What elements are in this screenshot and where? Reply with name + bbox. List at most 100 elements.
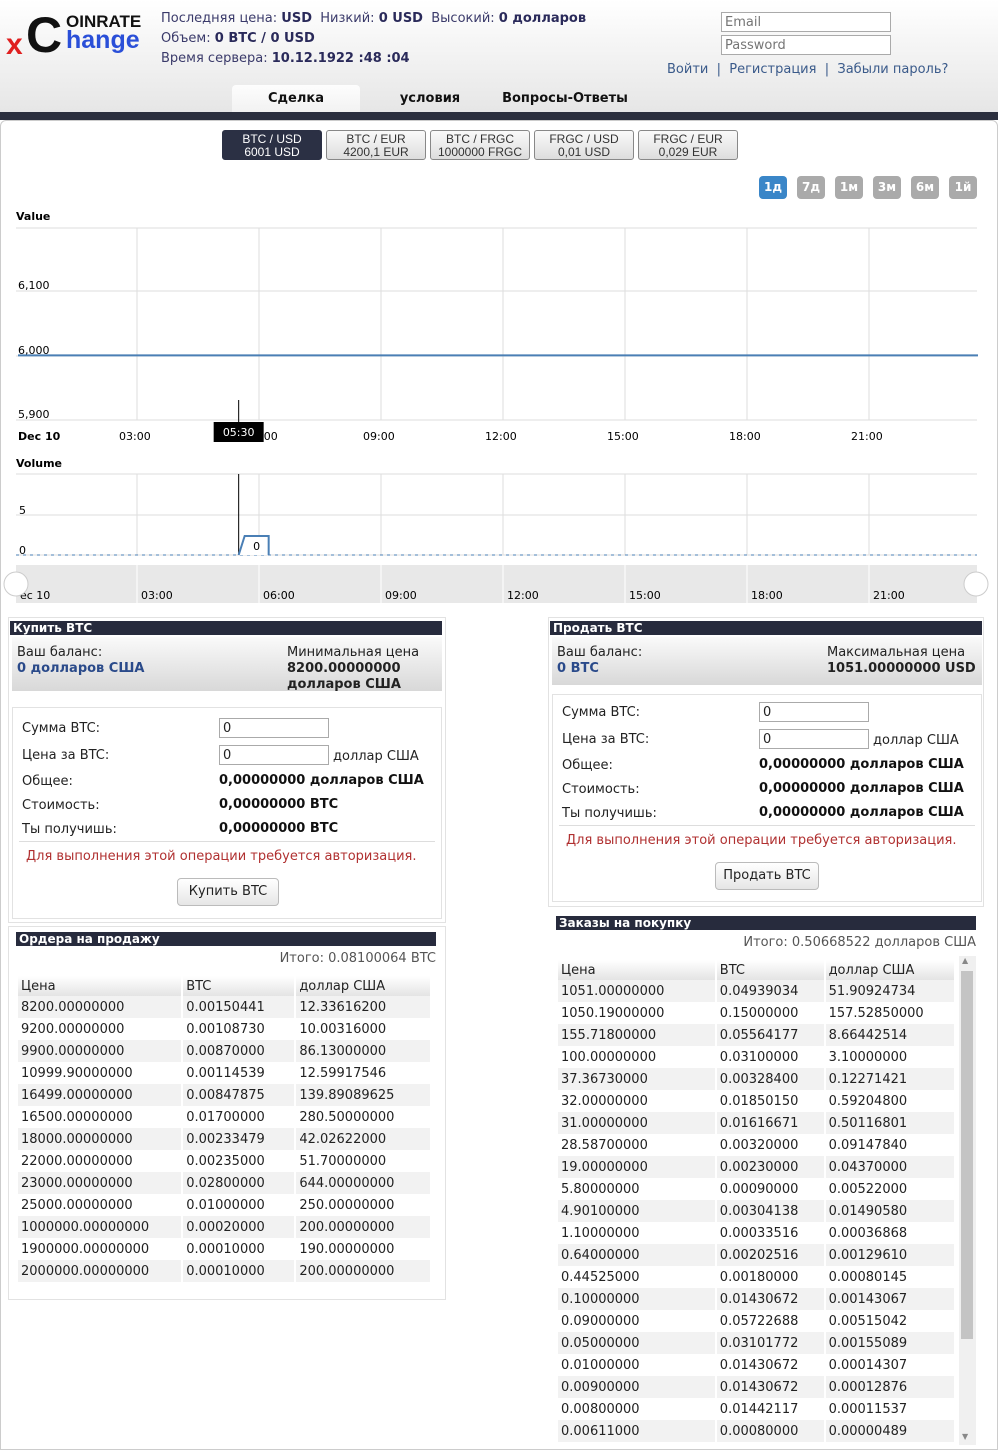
table-row[interactable]: 0.01000000 0.01430672 0.00014307 [558, 1354, 954, 1376]
table-cell: 644.00000000 [296, 1172, 430, 1194]
table-row[interactable]: 25000.00000000 0.01000000 250.00000000 [18, 1194, 430, 1216]
range-button[interactable]: 7д [797, 176, 825, 199]
table-row[interactable]: 1.10000000 0.00033516 0.00036868 [558, 1222, 954, 1244]
table-row[interactable]: 0.44525000 0.00180000 0.00080145 [558, 1266, 954, 1288]
sell-title: Продать BTC [550, 621, 982, 635]
table-row[interactable]: 18000.00000000 0.00233479 42.02622000 [18, 1128, 430, 1150]
table-cell: 280.50000000 [299, 1109, 395, 1125]
table-row[interactable]: 16499.00000000 0.00847875 139.89089625 [18, 1084, 430, 1106]
table-row[interactable]: 9900.00000000 0.00870000 86.13000000 [18, 1040, 430, 1062]
table-row[interactable]: 0.64000000 0.00202516 0.00129610 [558, 1244, 954, 1266]
tab-terms[interactable]: условия [380, 85, 480, 112]
forgot-password-link[interactable]: Забыли пароль? [837, 62, 948, 77]
sell-amount-input[interactable] [759, 702, 869, 722]
table-row[interactable]: 0.00611000 0.00080000 0.00000489 [558, 1420, 954, 1442]
table-row[interactable]: 19.00000000 0.00230000 0.04370000 [558, 1156, 954, 1178]
table-cell: 139.89089625 [296, 1084, 430, 1106]
server-time: Время сервера: 10.12.1922 :48 :04 [161, 51, 410, 66]
tab-faq[interactable]: Вопросы-Ответы [495, 85, 635, 112]
buy-price-input[interactable] [219, 745, 329, 765]
tab-trade[interactable]: Сделка [232, 85, 360, 112]
table-cell: 0.15000000 [719, 1005, 799, 1021]
table-cell: 0.00090000 [719, 1181, 799, 1197]
table-row[interactable]: 100.00000000 0.03100000 3.10000000 [558, 1046, 954, 1068]
table-cell: 51.70000000 [299, 1153, 387, 1169]
table-row[interactable]: 16500.00000000 0.01700000 280.50000000 [18, 1106, 430, 1128]
pair-button[interactable]: BTC / USD 6001 USD [222, 130, 322, 160]
login-link[interactable]: Войти [667, 62, 708, 77]
navigator-right-handle[interactable] [963, 571, 989, 597]
sell-balance-label: Ваш баланс: [557, 645, 643, 660]
pair-button[interactable]: FRGC / USD 0,01 USD [534, 130, 634, 160]
table-cell: 10999.90000000 [21, 1065, 133, 1081]
divider [19, 841, 435, 842]
pair-button[interactable]: BTC / FRGC 1000000 FRGC [430, 130, 530, 160]
sell-button[interactable]: Продать BTC [715, 862, 819, 890]
table-cell: 1000000.00000000 [18, 1216, 182, 1238]
scroll-down-icon[interactable]: ▼ [962, 1432, 968, 1441]
table-row[interactable]: 32.00000000 0.01850150 0.59204800 [558, 1090, 954, 1112]
table-row[interactable]: 0.10000000 0.01430672 0.00143067 [558, 1288, 954, 1310]
column-header[interactable]: доллар США [825, 960, 954, 980]
table-row[interactable]: 1050.19000000 0.15000000 157.52850000 [558, 1002, 954, 1024]
table-cell: 0.01430672 [716, 1376, 824, 1398]
range-button[interactable]: 1й [949, 176, 977, 199]
table-cell: 0.04370000 [825, 1156, 954, 1178]
server-time-value: 10.12.1922 :48 :04 [271, 51, 410, 66]
table-row[interactable]: 1000000.00000000 0.00020000 200.00000000 [18, 1216, 430, 1238]
logo[interactable]: x C OINRATE hange [4, 7, 154, 63]
buy-amount-input[interactable] [219, 718, 329, 738]
buy-receive-label: Ты получишь: [22, 822, 117, 837]
table-row[interactable]: 5.80000000 0.00090000 0.00522000 [558, 1178, 954, 1200]
column-header[interactable]: доллар США [296, 976, 430, 996]
range-button[interactable]: 1м [835, 176, 863, 199]
column-header[interactable]: Цена [18, 976, 182, 996]
range-button[interactable]: 6м [911, 176, 939, 199]
x-tick-label: 09:00 [363, 430, 395, 443]
divider [559, 825, 975, 826]
volume-value: 0 BTC / 0 USD [214, 31, 315, 46]
table-row[interactable]: 22000.00000000 0.00235000 51.70000000 [18, 1150, 430, 1172]
table-row[interactable]: 0.00800000 0.01442117 0.00011537 [558, 1398, 954, 1420]
table-row[interactable]: 2000000.00000000 0.00010000 200.00000000 [18, 1260, 430, 1282]
buy-orders-scrollbar[interactable]: ▲ ▼ [959, 956, 976, 1445]
price-chart[interactable]: Value6,1006,0005,900Dec 1003:0006:0009:0… [0, 205, 998, 610]
password-input[interactable] [721, 35, 891, 55]
navigator-left-handle[interactable] [3, 571, 29, 597]
buy-orders-table: Цена BTC доллар США 1051.00000000 0.04939034… [556, 960, 956, 1442]
email-input[interactable] [721, 12, 891, 32]
buy-button[interactable]: Купить BTC [177, 878, 279, 906]
table-row[interactable]: 1900000.00000000 0.00010000 190.00000000 [18, 1238, 430, 1260]
scroll-up-icon[interactable]: ▲ [962, 956, 968, 965]
sell-receive-label: Ты получишь: [562, 806, 657, 821]
pair-price: 4200,1 EUR [343, 145, 409, 159]
table-row[interactable]: 31.00000000 0.01616671 0.50116801 [558, 1112, 954, 1134]
register-link[interactable]: Регистрация [729, 62, 816, 77]
table-row[interactable]: 10999.90000000 0.00114539 12.59917546 [18, 1062, 430, 1084]
pair-button[interactable]: FRGC / EUR 0,029 EUR [638, 130, 738, 160]
buy-balance-value: 0 долларов США [17, 661, 145, 676]
last-price-value: USD [281, 11, 312, 26]
table-row[interactable]: 1051.00000000 0.04939034 51.90924734 [558, 980, 954, 1002]
column-header[interactable]: Цена [558, 960, 715, 980]
table-row[interactable]: 0.00900000 0.01430672 0.00012876 [558, 1376, 954, 1398]
table-row[interactable]: 37.36730000 0.00328400 0.12271421 [558, 1068, 954, 1090]
range-button[interactable]: 3м [873, 176, 901, 199]
table-row[interactable]: 9200.00000000 0.00108730 10.00316000 [18, 1018, 430, 1040]
sell-price-input[interactable] [759, 729, 869, 749]
table-row[interactable]: 0.05000000 0.03101772 0.00155089 [558, 1332, 954, 1354]
table-row[interactable]: 0.09000000 0.05722688 0.00515042 [558, 1310, 954, 1332]
table-row[interactable]: 23000.00000000 0.02800000 644.00000000 [18, 1172, 430, 1194]
table-row[interactable]: 4.90100000 0.00304138 0.01490580 [558, 1200, 954, 1222]
table-row[interactable]: 8200.00000000 0.00150441 12.33616200 [18, 996, 430, 1018]
table-row[interactable]: 28.58700000 0.00320000 0.09147840 [558, 1134, 954, 1156]
column-header[interactable]: BTC [183, 976, 295, 996]
scrollbar-thumb[interactable] [961, 971, 973, 1339]
table-row[interactable]: 155.71800000 0.05564177 8.66442514 [558, 1024, 954, 1046]
y-tick-label: 6,100 [18, 279, 50, 292]
table-cell: 0.05722688 [719, 1313, 799, 1329]
column-header[interactable]: BTC [716, 960, 824, 980]
sell-price-label: Цена за BTC: [562, 732, 650, 747]
range-button[interactable]: 1д [759, 176, 787, 199]
pair-button[interactable]: BTC / EUR 4200,1 EUR [326, 130, 426, 160]
